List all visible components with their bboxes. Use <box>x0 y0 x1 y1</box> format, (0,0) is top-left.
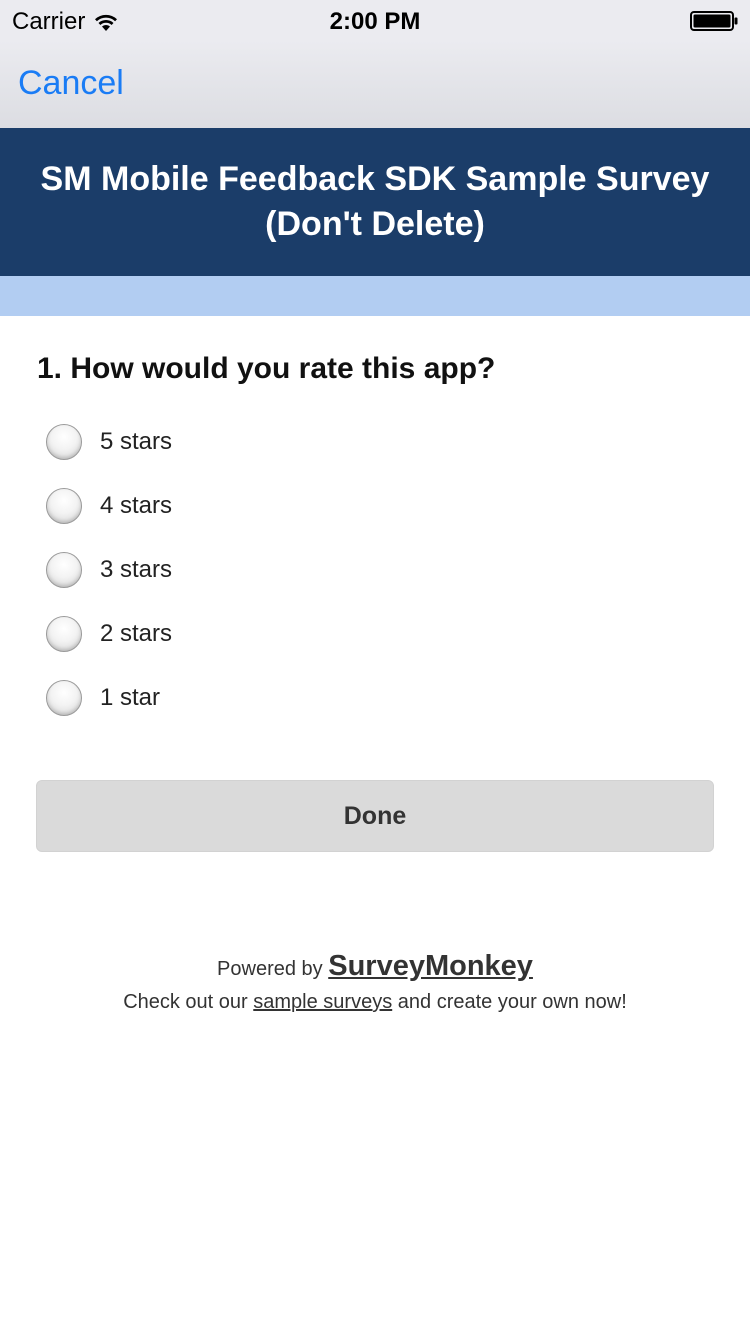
done-button[interactable]: Done <box>36 780 714 852</box>
cta-line: Check out our sample surveys and create … <box>0 987 750 1017</box>
radio-button[interactable] <box>46 680 82 716</box>
powered-by-line: Powered by SurveyMonkey <box>0 948 750 987</box>
radio-button[interactable] <box>46 488 82 524</box>
option-label: 4 stars <box>100 492 173 519</box>
footer: Powered by SurveyMonkey Check out our sa… <box>0 948 750 1017</box>
option-2-stars[interactable]: 2 stars <box>46 602 172 666</box>
radio-button[interactable] <box>46 552 82 588</box>
option-3-stars[interactable]: 3 stars <box>46 538 172 602</box>
navigation-bar: Cancel <box>0 40 750 128</box>
survey-header: SM Mobile Feedback SDK Sample Survey (Do… <box>0 128 750 276</box>
battery-icon <box>690 11 738 31</box>
radio-button[interactable] <box>46 424 82 460</box>
option-5-stars[interactable]: 5 stars <box>46 410 172 474</box>
option-label: 2 stars <box>100 620 173 647</box>
surveymonkey-link[interactable]: SurveyMonkey <box>328 950 533 982</box>
progress-band <box>0 276 750 316</box>
option-4-stars[interactable]: 4 stars <box>46 474 172 538</box>
sample-surveys-link[interactable]: sample surveys <box>253 991 392 1013</box>
radio-button[interactable] <box>46 616 82 652</box>
status-time: 2:00 PM <box>329 8 421 35</box>
survey-title: SM Mobile Feedback SDK Sample Survey (Do… <box>40 160 710 243</box>
cta-prefix: Check out our <box>123 991 248 1013</box>
status-bar: Carrier 2:00 PM <box>0 0 750 40</box>
cta-suffix: and create your own now! <box>397 991 627 1013</box>
powered-by-label: Powered by <box>217 958 323 980</box>
option-label: 1 star <box>100 684 161 711</box>
option-label: 3 stars <box>100 556 173 583</box>
option-1-star[interactable]: 1 star <box>46 666 172 730</box>
question-text: 1. How would you rate this app? <box>37 352 496 385</box>
rating-options: 5 stars 4 stars 3 stars 2 stars 1 star <box>46 410 172 730</box>
option-label: 5 stars <box>100 428 173 455</box>
cancel-button[interactable]: Cancel <box>18 64 124 103</box>
